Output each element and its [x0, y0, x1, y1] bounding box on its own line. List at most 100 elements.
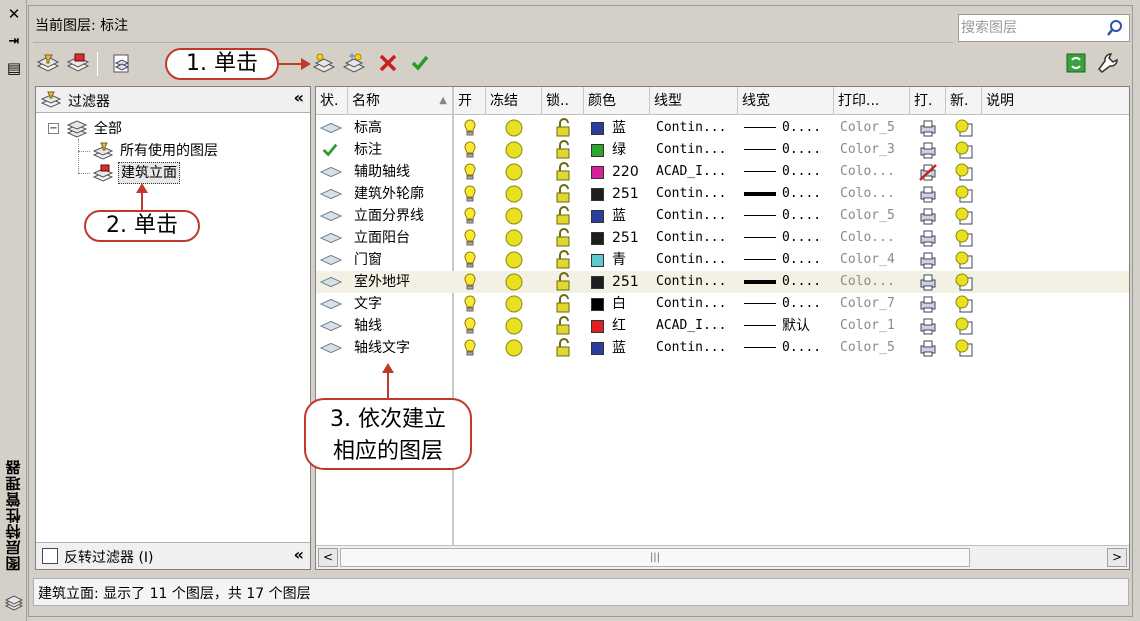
table-row[interactable]: 门窗 青 Contin... 0.... Color_4: [316, 249, 1129, 271]
layer-on-bulb-icon[interactable]: [462, 272, 478, 292]
column-new-vp-freeze[interactable]: 新.: [946, 87, 982, 115]
layer-states-manager-icon[interactable]: [109, 50, 135, 76]
column-plot-style[interactable]: 打印...: [834, 87, 910, 115]
layer-on-bulb-icon[interactable]: [462, 206, 478, 226]
linetype[interactable]: ACAD_I...: [656, 315, 726, 337]
layer-name[interactable]: 建筑外轮廓: [354, 183, 424, 205]
linetype[interactable]: Contin...: [656, 117, 726, 139]
color-name[interactable]: 红: [612, 315, 626, 337]
no-plot-printer-icon[interactable]: [918, 162, 938, 182]
color-swatch[interactable]: [591, 254, 604, 267]
layer-status-icon[interactable]: [320, 187, 342, 201]
layer-on-bulb-icon[interactable]: [462, 294, 478, 314]
table-row[interactable]: 建筑外轮廓 251 Contin... 0.... Colo...: [316, 183, 1129, 205]
color-name[interactable]: 蓝: [612, 205, 626, 227]
unlock-icon[interactable]: [554, 272, 574, 292]
column-name[interactable]: 名称 ▲: [348, 87, 454, 115]
layer-name[interactable]: 轴线文字: [354, 337, 410, 359]
layer-status-icon[interactable]: [320, 275, 342, 289]
color-swatch[interactable]: [591, 298, 604, 311]
new-group-filter-icon[interactable]: [65, 50, 91, 76]
table-row[interactable]: 立面分界线 蓝 Contin... 0.... Color_5: [316, 205, 1129, 227]
unlock-icon[interactable]: [554, 184, 574, 204]
set-current-icon[interactable]: [407, 50, 433, 76]
properties-icon[interactable]: ▤: [5, 60, 23, 76]
new-vp-freeze-icon[interactable]: [954, 316, 974, 336]
lineweight-value[interactable]: 0....: [782, 205, 821, 227]
color-name[interactable]: 白: [612, 293, 626, 315]
color-name[interactable]: 251: [612, 183, 639, 205]
lineweight-value[interactable]: 0....: [782, 227, 821, 249]
new-vp-freeze-icon[interactable]: [954, 184, 974, 204]
layer-status-icon[interactable]: [320, 297, 342, 311]
column-freeze[interactable]: 冻结: [486, 87, 542, 115]
lineweight-value[interactable]: 0....: [782, 337, 821, 359]
layer-name[interactable]: 门窗: [354, 249, 382, 271]
layer-status-icon[interactable]: [320, 165, 342, 179]
search-input[interactable]: [961, 17, 1101, 39]
thaw-sun-icon[interactable]: [504, 184, 524, 204]
collapse-tree-button[interactable]: «: [294, 545, 304, 564]
column-on[interactable]: 开: [454, 87, 486, 115]
thaw-sun-icon[interactable]: [504, 338, 524, 358]
thaw-sun-icon[interactable]: [504, 228, 524, 248]
color-name[interactable]: 青: [612, 249, 626, 271]
new-vp-freeze-icon[interactable]: [954, 250, 974, 270]
thaw-sun-icon[interactable]: [504, 118, 524, 138]
new-layer-vp-frozen-icon[interactable]: [341, 50, 367, 76]
column-color[interactable]: 颜色: [584, 87, 650, 115]
new-vp-freeze-icon[interactable]: [954, 338, 974, 358]
unlock-icon[interactable]: [554, 338, 574, 358]
color-swatch[interactable]: [591, 320, 604, 333]
linetype[interactable]: Contin...: [656, 293, 726, 315]
thaw-sun-icon[interactable]: [504, 140, 524, 160]
color-name[interactable]: 蓝: [612, 117, 626, 139]
color-swatch[interactable]: [591, 188, 604, 201]
unlock-icon[interactable]: [554, 316, 574, 336]
new-layer-icon[interactable]: [311, 50, 337, 76]
linetype[interactable]: Contin...: [656, 271, 726, 293]
color-name[interactable]: 251: [612, 271, 639, 293]
color-name[interactable]: 220: [612, 161, 639, 183]
layer-on-bulb-icon[interactable]: [462, 140, 478, 160]
thaw-sun-icon[interactable]: [504, 316, 524, 336]
color-name[interactable]: 蓝: [612, 337, 626, 359]
refresh-icon[interactable]: [1063, 50, 1089, 76]
linetype[interactable]: Contin...: [656, 227, 726, 249]
table-row[interactable]: 标高 蓝 Contin... 0.... Color_5: [316, 117, 1129, 139]
plot-printer-icon[interactable]: [918, 140, 938, 160]
scroll-right-button[interactable]: >: [1107, 548, 1127, 567]
color-swatch[interactable]: [591, 166, 604, 179]
search-icon[interactable]: [1105, 18, 1125, 38]
table-row[interactable]: 立面阳台 251 Contin... 0.... Colo...: [316, 227, 1129, 249]
new-vp-freeze-icon[interactable]: [954, 206, 974, 226]
thaw-sun-icon[interactable]: [504, 206, 524, 226]
current-layer-check-icon[interactable]: [321, 141, 339, 159]
plot-printer-icon[interactable]: [918, 338, 938, 358]
unlock-icon[interactable]: [554, 250, 574, 270]
new-vp-freeze-icon[interactable]: [954, 118, 974, 138]
lineweight-value[interactable]: 0....: [782, 139, 821, 161]
layer-name[interactable]: 标注: [354, 139, 382, 161]
unlock-icon[interactable]: [554, 294, 574, 314]
layer-on-bulb-icon[interactable]: [462, 228, 478, 248]
layer-on-bulb-icon[interactable]: [462, 316, 478, 336]
column-description[interactable]: 说明: [982, 87, 1129, 115]
scroll-thumb[interactable]: |||: [340, 548, 970, 567]
linetype[interactable]: Contin...: [656, 249, 726, 271]
color-swatch[interactable]: [591, 122, 604, 135]
table-row[interactable]: 室外地坪 251 Contin... 0.... Colo...: [316, 271, 1129, 293]
autohide-icon[interactable]: ⇥: [5, 34, 23, 50]
linetype[interactable]: Contin...: [656, 205, 726, 227]
layer-name[interactable]: 辅助轴线: [354, 161, 410, 183]
tree-expander[interactable]: −: [48, 123, 59, 134]
column-lineweight[interactable]: 线宽: [738, 87, 834, 115]
collapse-filter-button[interactable]: «: [294, 88, 304, 107]
plot-printer-icon[interactable]: [918, 272, 938, 292]
layer-status-icon[interactable]: [320, 341, 342, 355]
layer-on-bulb-icon[interactable]: [462, 250, 478, 270]
unlock-icon[interactable]: [554, 162, 574, 182]
close-icon[interactable]: ✕: [5, 6, 23, 22]
column-linetype[interactable]: 线型: [650, 87, 738, 115]
linetype[interactable]: Contin...: [656, 139, 726, 161]
